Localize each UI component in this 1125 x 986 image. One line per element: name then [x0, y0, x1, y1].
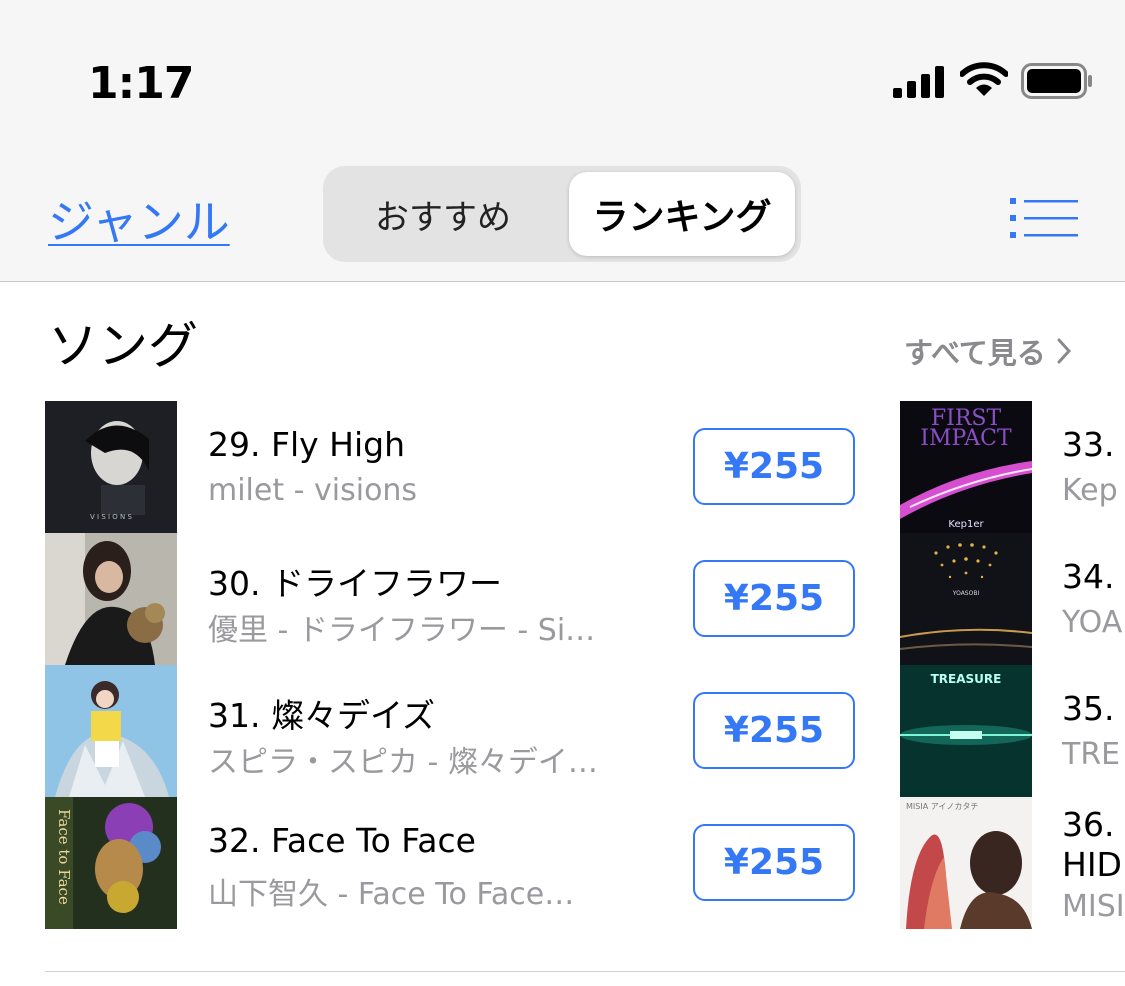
album-artwork: V I S I O N S — [45, 401, 177, 533]
song-subtitle: 優里 - ドライフラワー - Si… — [208, 613, 596, 648]
song-subtitle: YOA — [1062, 605, 1123, 640]
song-title: 35. — [1062, 689, 1115, 728]
svg-text:Face to Face: Face to Face — [55, 809, 73, 905]
album-artwork: FIRST IMPACT Kep1er — [900, 401, 1032, 533]
song-subtitle: milet - visions — [208, 473, 418, 508]
price-button[interactable]: ¥255 — [693, 824, 855, 901]
tab-ranking[interactable]: ランキング — [569, 172, 795, 256]
list-item[interactable]: 31. 燦々デイズ スピラ・スピカ - 燦々デイ… ¥255 TREASURE … — [45, 665, 1125, 797]
song-subtitle: Kep — [1062, 473, 1118, 508]
segmented-control: おすすめ ランキング — [323, 166, 801, 262]
genre-link[interactable]: ジャンル — [48, 186, 230, 252]
svg-text:Kep1er: Kep1er — [948, 519, 984, 530]
album-artwork: YOASOBI — [900, 533, 1032, 665]
svg-text:IMPACT: IMPACT — [920, 426, 1012, 451]
svg-text:TREASURE: TREASURE — [931, 672, 1002, 686]
album-artwork — [45, 533, 177, 665]
song-title: 32. Face To Face — [208, 821, 476, 860]
song-subtitle: 山下智久 - Face To Face… — [208, 877, 575, 912]
svg-text:V I S I O N S: V I S I O N S — [90, 513, 132, 521]
song-title: 33. — [1062, 425, 1115, 464]
song-title: 31. 燦々デイズ — [208, 696, 435, 735]
see-all-link[interactable]: すべて見る — [904, 330, 1072, 372]
list-item[interactable]: 30. ドライフラワー 優里 - ドライフラワー - Si… ¥255 YOAS… — [45, 533, 1125, 665]
album-artwork: MISIA アイノカタチ — [900, 797, 1032, 929]
price-button[interactable]: ¥255 — [693, 692, 855, 769]
song-title: 36. — [1062, 805, 1115, 844]
song-title: 29. Fly High — [208, 425, 405, 464]
list-item[interactable]: Face to Face 32. Face To Face 山下智久 - Fac… — [45, 797, 1125, 929]
status-time: 1:17 — [88, 58, 194, 109]
price-button[interactable]: ¥255 — [693, 428, 855, 505]
wifi-icon — [960, 62, 1008, 96]
album-artwork: Face to Face — [45, 797, 177, 929]
svg-text:MISIA アイノカタチ: MISIA アイノカタチ — [906, 802, 978, 811]
song-title: 30. ドライフラワー — [208, 564, 502, 603]
battery-icon — [1021, 63, 1092, 99]
album-artwork — [45, 665, 177, 797]
song-title: 34. — [1062, 557, 1115, 596]
tab-recommended[interactable]: おすすめ — [323, 166, 563, 262]
song-title-line2: HID — [1062, 845, 1122, 884]
album-artwork: TREASURE — [900, 665, 1032, 797]
song-subtitle: スピラ・スピカ - 燦々デイ… — [208, 745, 598, 780]
see-all-label: すべて見る — [904, 336, 1046, 370]
svg-text:YOASOBI: YOASOBI — [952, 590, 980, 597]
price-button[interactable]: ¥255 — [693, 560, 855, 637]
section-title: ソング — [48, 317, 198, 375]
song-subtitle: TRE — [1062, 737, 1121, 772]
list-icon[interactable] — [1010, 195, 1080, 241]
chevron-right-icon — [1057, 338, 1071, 364]
divider — [45, 971, 1125, 972]
cellular-signal-icon — [893, 66, 944, 98]
song-subtitle: MISI — [1062, 889, 1125, 924]
list-item[interactable]: V I S I O N S 29. Fly High milet - visio… — [45, 401, 1125, 533]
